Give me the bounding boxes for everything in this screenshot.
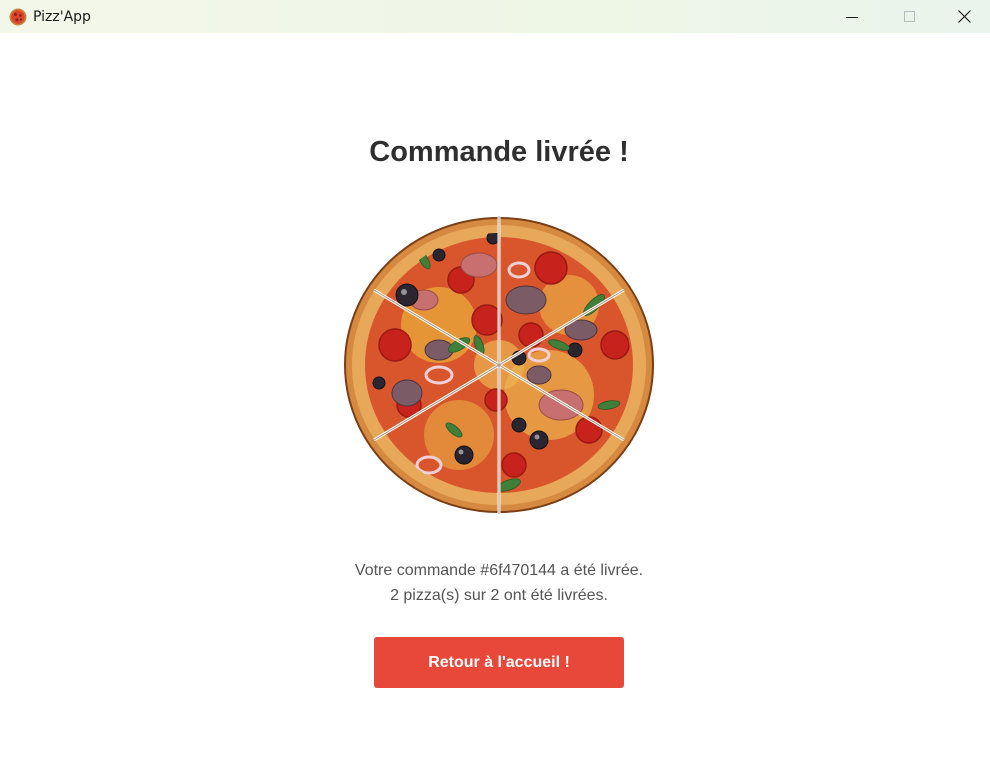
- order-status-text: Votre commande #6f470144 a été livrée.: [354, 562, 644, 579]
- pizza-illustration: [344, 216, 654, 514]
- minimize-button[interactable]: [823, 0, 881, 33]
- maximize-button[interactable]: [881, 0, 939, 33]
- back-home-button[interactable]: Retour à l'accueil !: [374, 637, 624, 688]
- page-title: Commande livrée !: [369, 136, 629, 168]
- window-title: Pizz'App: [33, 8, 91, 25]
- maximize-icon: [904, 10, 915, 22]
- pizza-count-text: 2 pizza(s) sur 2 ont été livrées.: [390, 587, 608, 604]
- pizza-logo-icon: [9, 8, 27, 26]
- close-icon: [958, 10, 971, 23]
- title-bar: Pizz'App: [0, 0, 990, 33]
- minimize-icon: [846, 16, 858, 18]
- main-content: Commande livrée ! Votre commande #6f4701…: [0, 33, 990, 777]
- delivery-message: Votre commande #6f470144 a été livrée. 2…: [0, 558, 990, 608]
- close-button[interactable]: [939, 0, 990, 33]
